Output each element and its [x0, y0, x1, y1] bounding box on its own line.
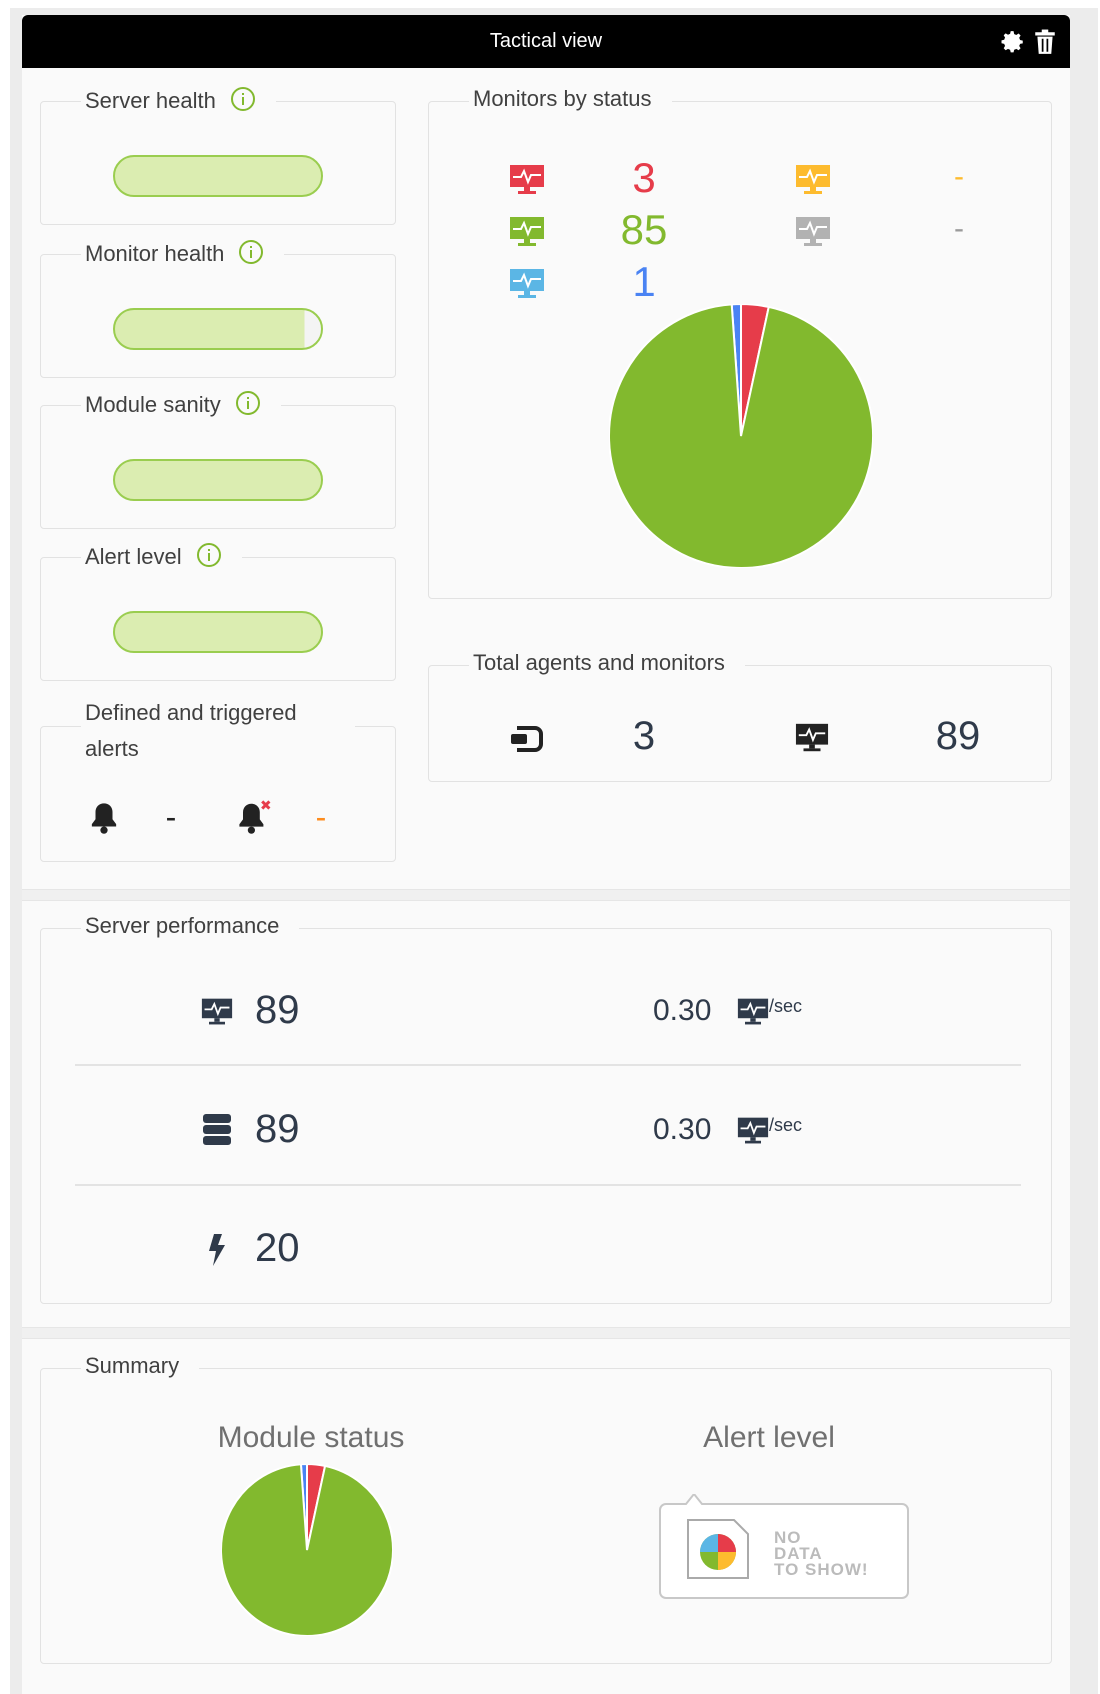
defined-alerts-value: - — [165, 799, 177, 835]
normal-monitor-icon — [509, 216, 545, 253]
warning-monitor-icon — [795, 164, 831, 201]
critical-monitor-icon — [509, 164, 545, 201]
window-titlebar: Tactical view — [22, 15, 1070, 68]
local-rate-value: 0.30 — [653, 994, 712, 1027]
row-divider — [75, 1184, 1021, 1186]
monitor-icon — [795, 722, 829, 759]
unknown-monitor-icon — [795, 216, 831, 253]
agent-icon — [509, 724, 543, 759]
rate-unit: /sec — [769, 996, 803, 1016]
database-icon — [203, 1114, 231, 1151]
module-status-label: Module status — [217, 1421, 405, 1454]
server-performance-title: Server performance — [81, 913, 300, 939]
normal-count: 85 — [620, 206, 668, 253]
server-health-bar — [113, 155, 323, 197]
monitor-health-label: Monitor health — [85, 240, 225, 266]
summary-title: Summary — [81, 1353, 200, 1379]
remote-rate-value: 0.30 — [653, 1113, 712, 1146]
info-icon[interactable] — [230, 86, 256, 118]
warning-count: - — [954, 160, 964, 193]
total-agents-value: 3 — [632, 714, 656, 758]
alert-level-summary-label: Alert level — [703, 1421, 835, 1454]
info-icon[interactable] — [235, 390, 261, 422]
pie-chart-icon — [684, 1516, 754, 1587]
window-title: Tactical view — [489, 30, 603, 52]
remote-modules-value: 89 — [255, 1107, 300, 1151]
bell-icon — [89, 801, 119, 840]
server-health-label: Server health — [85, 87, 216, 113]
trash-icon[interactable] — [1034, 29, 1056, 60]
monitor-icon — [201, 997, 233, 1032]
info-icon[interactable] — [196, 542, 222, 574]
monitors-by-status-box: Monitors by status 3 - 85 - 1 — [428, 86, 1052, 599]
totals-box: Total agents and monitors 3 89 — [428, 650, 1052, 782]
section-divider — [22, 1327, 1070, 1339]
alert-level-bar — [113, 611, 323, 653]
alert-level-label: Alert level — [85, 543, 182, 569]
no-data-tooltip: NO DATA TO SHOW! — [656, 1494, 912, 1604]
module-sanity-label: Module sanity — [85, 391, 221, 417]
unknown-count: - — [954, 212, 964, 245]
triggered-alerts-value: - — [315, 799, 327, 835]
rate-unit: /sec — [769, 1115, 803, 1135]
alert-level-box: Alert level — [40, 542, 396, 681]
no-data-line3: TO SHOW! — [774, 1560, 869, 1579]
server-performance-box: Server performance 89 0.30 /sec 89 0.30 … — [40, 913, 1052, 1304]
section-divider — [22, 889, 1070, 901]
critical-count: 3 — [632, 154, 656, 201]
module-status-pie-chart — [221, 1464, 393, 1636]
monitor-icon — [737, 997, 769, 1032]
monitor-icon — [737, 1116, 769, 1151]
server-health-box: Server health — [40, 86, 396, 225]
not-init-count: 1 — [632, 258, 656, 305]
other-modules-value: 20 — [255, 1226, 300, 1270]
monitors-pie-chart — [609, 304, 873, 568]
local-modules-value: 89 — [255, 988, 300, 1032]
totals-title: Total agents and monitors — [469, 650, 745, 676]
row-divider — [75, 1064, 1021, 1066]
module-sanity-bar — [113, 459, 323, 501]
alerts-box: Defined and triggered alerts - - — [40, 695, 396, 862]
bell-triggered-icon — [237, 799, 273, 840]
alerts-title: Defined and triggered alerts — [81, 695, 355, 767]
lightning-icon — [205, 1234, 229, 1271]
total-monitors-value: 89 — [935, 714, 981, 758]
gear-icon[interactable] — [1000, 29, 1026, 60]
monitors-by-status-title: Monitors by status — [469, 86, 672, 112]
module-sanity-box: Module sanity — [40, 390, 396, 529]
monitor-health-bar — [113, 308, 323, 350]
monitor-health-box: Monitor health — [40, 239, 396, 378]
summary-box: Summary Module status Alert level NO DAT… — [40, 1353, 1052, 1664]
not-init-monitor-icon — [509, 268, 545, 305]
info-icon[interactable] — [238, 239, 264, 271]
